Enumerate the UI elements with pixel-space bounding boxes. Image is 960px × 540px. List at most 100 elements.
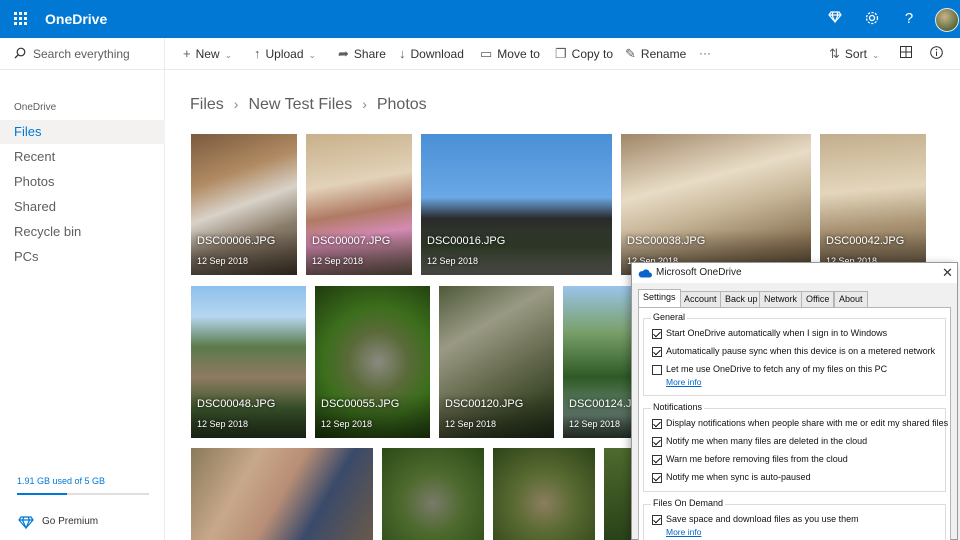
settings-panel: General Start OneDrive automatically whe… bbox=[638, 307, 951, 540]
photo-tile[interactable]: DSC00007.JPG 12 Sep 2018 bbox=[306, 134, 412, 275]
photo-tile[interactable]: DSC00055.JPG 12 Sep 2018 bbox=[315, 286, 430, 438]
tab-about[interactable]: About bbox=[834, 291, 868, 307]
download-button[interactable]: ↓ Download bbox=[399, 46, 464, 61]
nav-item-files[interactable]: Files bbox=[0, 120, 165, 144]
chevron-right-icon: › bbox=[362, 96, 367, 112]
search-icon bbox=[14, 47, 26, 59]
storage-usage-link[interactable]: 1.91 GB used of 5 GB bbox=[17, 476, 105, 486]
upload-button[interactable]: ↑ Upload ⌄ bbox=[254, 46, 316, 61]
photo-name: DSC00055.JPG bbox=[321, 398, 400, 410]
breadcrumb-new-test-files[interactable]: New Test Files bbox=[248, 96, 352, 113]
chevron-right-icon: › bbox=[233, 96, 239, 112]
close-icon[interactable]: ✕ bbox=[942, 265, 953, 281]
chevron-down-icon: ⌄ bbox=[871, 50, 880, 60]
checkbox-label: Let me use OneDrive to fetch any of my f… bbox=[666, 364, 888, 374]
photo-tile[interactable]: DSC00124.JPG 12 Sep 2018 bbox=[563, 286, 631, 438]
checkbox-checked[interactable] bbox=[652, 437, 662, 447]
gear-icon[interactable] bbox=[863, 10, 881, 28]
photo-tile[interactable] bbox=[604, 448, 631, 540]
files-on-demand-heading: Files On Demand bbox=[651, 498, 726, 508]
checkbox-label: Display notifications when people share … bbox=[666, 418, 949, 428]
search-input[interactable]: Search everything bbox=[33, 47, 130, 61]
photo-tile[interactable]: DSC00006.JPG 12 Sep 2018 bbox=[191, 134, 297, 275]
tab-office[interactable]: Office bbox=[801, 291, 835, 307]
copy-to-button[interactable]: ❐ Copy to bbox=[555, 46, 613, 62]
download-icon: ↓ bbox=[399, 46, 406, 61]
more-info-link[interactable]: More info bbox=[666, 527, 701, 537]
photo-tile[interactable]: DSC00016.JPG 12 Sep 2018 bbox=[421, 134, 612, 275]
upload-icon: ↑ bbox=[254, 46, 261, 61]
more-commands-button[interactable]: ··· bbox=[699, 46, 711, 60]
checkbox-checked[interactable] bbox=[652, 347, 662, 357]
cloud-icon bbox=[638, 269, 652, 278]
pencil-icon: ✎ bbox=[625, 46, 636, 61]
move-to-button[interactable]: ▭ Move to bbox=[480, 46, 540, 62]
plus-icon: + bbox=[183, 46, 191, 61]
copy-icon: ❐ bbox=[555, 46, 567, 61]
move-icon: ▭ bbox=[480, 46, 493, 61]
command-bar: + New ⌄ ↑ Upload ⌄ ➦ Share ↓ Download ▭ Move to… bbox=[165, 38, 960, 70]
photo-name: DSC00007.JPG bbox=[312, 235, 391, 247]
nav-item-photos[interactable]: Photos bbox=[0, 170, 165, 194]
top-bar: OneDrive ? bbox=[0, 0, 960, 38]
sort-icon: ⇅ bbox=[829, 46, 840, 61]
breadcrumb-files[interactable]: Files bbox=[190, 96, 224, 113]
breadcrumb-photos: Photos bbox=[376, 96, 427, 113]
rename-label: Rename bbox=[640, 47, 687, 61]
photo-tile[interactable] bbox=[382, 448, 484, 540]
checkbox-checked[interactable] bbox=[652, 419, 662, 429]
checkbox-checked[interactable] bbox=[652, 455, 662, 465]
tab-account[interactable]: Account bbox=[679, 291, 722, 307]
new-button[interactable]: + New ⌄ bbox=[183, 46, 232, 61]
go-premium-label: Go Premium bbox=[42, 516, 99, 527]
nav-section-title: OneDrive bbox=[14, 102, 57, 113]
app-title[interactable]: OneDrive bbox=[45, 11, 107, 27]
nav-item-recycle-bin[interactable]: Recycle bin bbox=[0, 220, 165, 244]
sort-button[interactable]: ⇅ Sort ⌄ bbox=[829, 46, 879, 62]
view-grid-icon[interactable] bbox=[900, 46, 912, 61]
photo-tile[interactable]: DSC00120.JPG 12 Sep 2018 bbox=[439, 286, 554, 438]
checkbox-unchecked[interactable] bbox=[652, 365, 662, 375]
notifications-heading: Notifications bbox=[651, 402, 705, 412]
avatar[interactable] bbox=[935, 8, 959, 32]
photo-tile[interactable] bbox=[191, 448, 373, 540]
photo-tile[interactable]: DSC00048.JPG 12 Sep 2018 bbox=[191, 286, 306, 438]
more-info-link[interactable]: More info bbox=[666, 377, 701, 387]
photo-name: DSC00048.JPG bbox=[197, 398, 276, 410]
download-label: Download bbox=[410, 47, 464, 61]
share-button[interactable]: ➦ Share bbox=[338, 46, 386, 62]
checkbox-checked[interactable] bbox=[652, 473, 662, 483]
nav-item-shared[interactable]: Shared bbox=[0, 195, 165, 219]
checkbox-checked[interactable] bbox=[652, 515, 662, 525]
help-icon[interactable]: ? bbox=[900, 10, 918, 28]
photo-tile[interactable] bbox=[493, 448, 595, 540]
info-icon[interactable] bbox=[930, 46, 943, 62]
search-box[interactable]: Search everything bbox=[0, 38, 165, 70]
nav-item-pcs[interactable]: PCs bbox=[0, 245, 165, 269]
photo-tile[interactable]: DSC00042.JPG 12 Sep 2018 bbox=[820, 134, 926, 275]
photo-date: 12 Sep 2018 bbox=[197, 419, 249, 429]
checkbox-label: Warn me before removing files from the c… bbox=[666, 454, 848, 464]
tab-back-up[interactable]: Back up bbox=[720, 291, 763, 307]
photo-tile[interactable]: DSC00038.JPG 12 Sep 2018 bbox=[621, 134, 811, 275]
app-launcher-icon[interactable] bbox=[14, 12, 28, 26]
chevron-down-icon: ⌄ bbox=[224, 50, 233, 60]
photo-name: DSC00016.JPG bbox=[427, 235, 506, 247]
dialog-title-bar[interactable]: Microsoft OneDrive ✕ bbox=[632, 263, 957, 283]
photo-name: DSC00124.JPG bbox=[569, 398, 631, 410]
diamond-icon[interactable] bbox=[826, 10, 844, 28]
checkbox-checked[interactable] bbox=[652, 329, 662, 339]
tab-settings[interactable]: Settings bbox=[638, 289, 681, 307]
photo-name: DSC00120.JPG bbox=[445, 398, 524, 410]
rename-button[interactable]: ✎ Rename bbox=[625, 46, 686, 62]
checkbox-label: Save space and download files as you use… bbox=[666, 514, 859, 524]
photo-date: 12 Sep 2018 bbox=[569, 419, 621, 429]
left-navigation: Search everything OneDrive Files Recent … bbox=[0, 38, 165, 540]
tab-network[interactable]: Network bbox=[759, 291, 803, 307]
photo-date: 12 Sep 2018 bbox=[197, 256, 249, 266]
checkbox-label: Automatically pause sync when this devic… bbox=[666, 346, 936, 356]
diamond-icon bbox=[18, 516, 34, 530]
breadcrumb: Files › New Test Files › Photos bbox=[190, 96, 427, 114]
nav-item-recent[interactable]: Recent bbox=[0, 145, 165, 169]
share-label: Share bbox=[353, 47, 386, 61]
